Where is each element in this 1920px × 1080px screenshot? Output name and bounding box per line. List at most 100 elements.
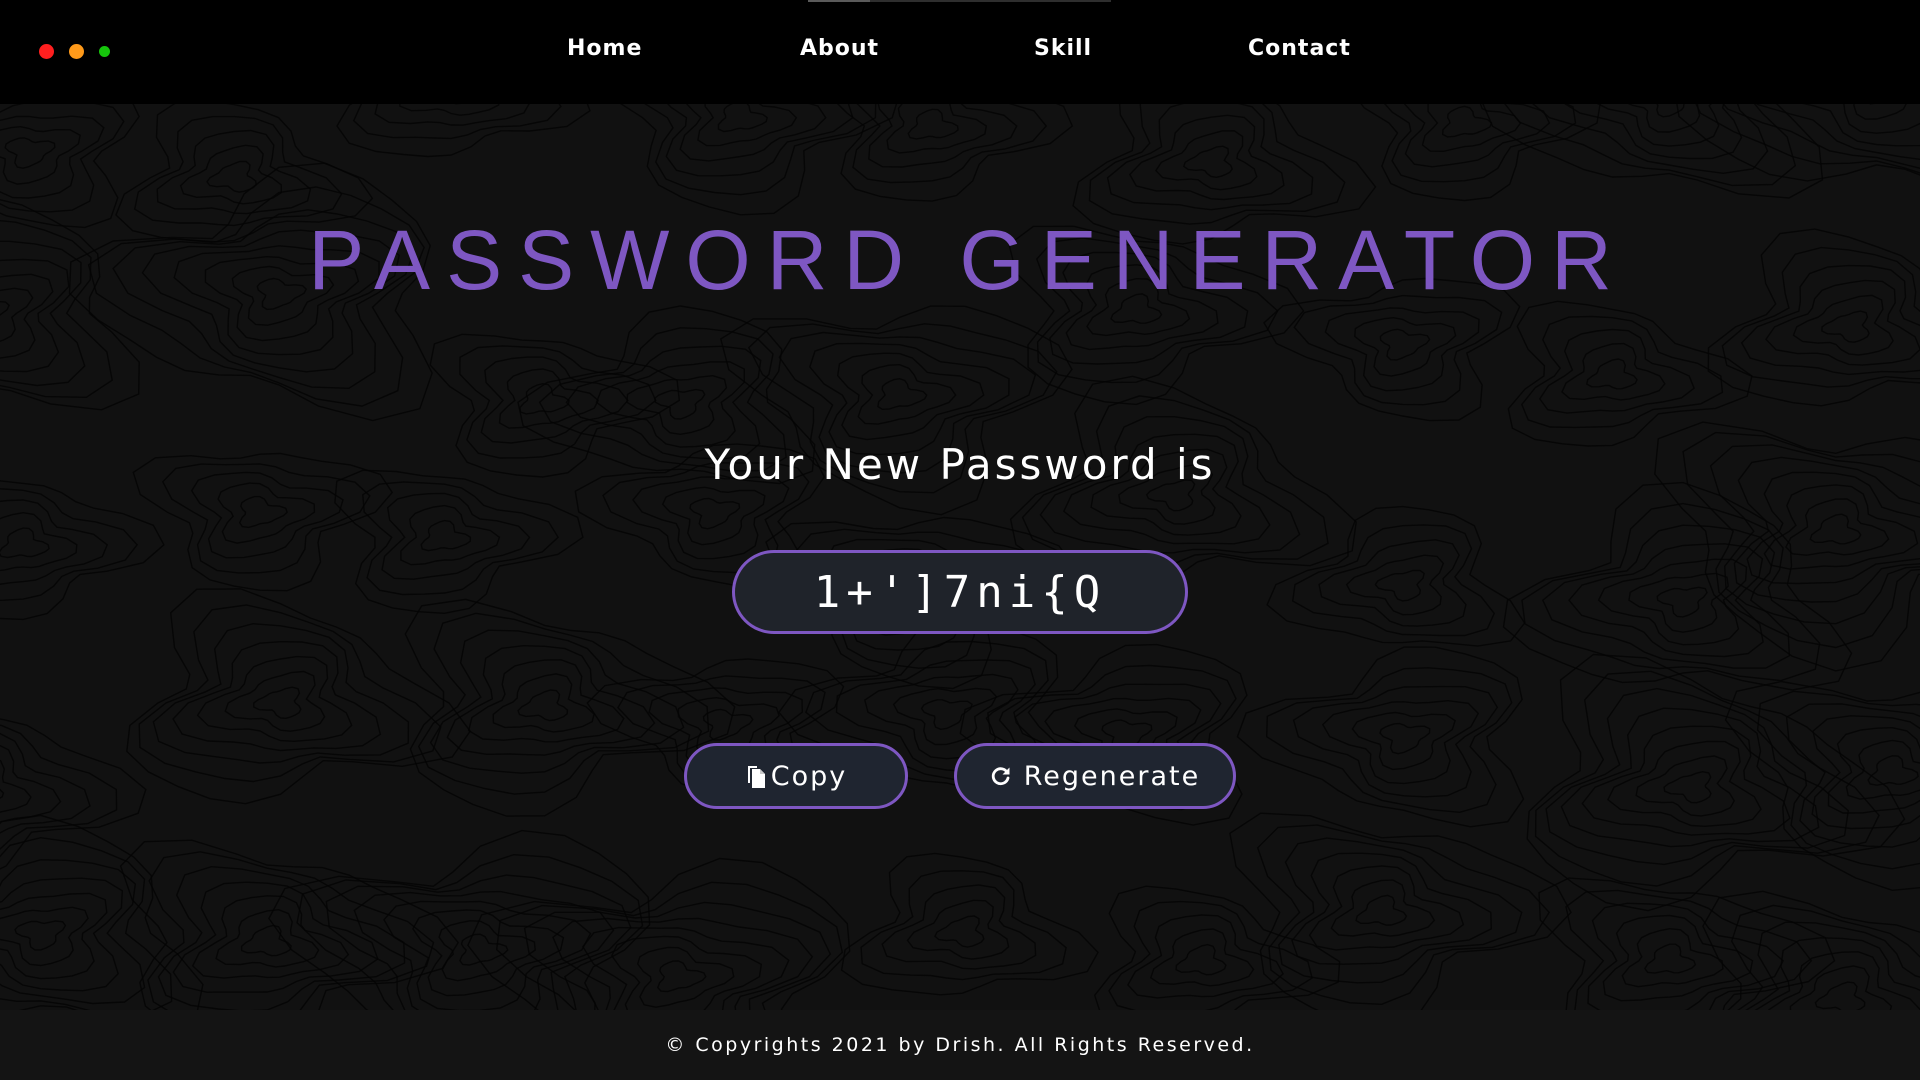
- contour-line: [1128, 114, 1285, 201]
- contour-line: [1379, 722, 1431, 755]
- nav-link-about[interactable]: About: [800, 36, 879, 61]
- contour-line: [0, 892, 108, 980]
- copy-button-label: Copy: [770, 760, 848, 792]
- contour-line: [1821, 310, 1870, 343]
- refresh-icon: [990, 765, 1012, 787]
- contour-line: [702, 708, 754, 741]
- contour-line: [1541, 524, 1791, 669]
- page-title: PASSWORD GENERATOR: [308, 213, 1628, 307]
- password-output-field[interactable]: [732, 550, 1188, 634]
- contour-line: [1088, 104, 1346, 225]
- contour-line: [1374, 569, 1425, 602]
- contour-line: [836, 104, 1074, 202]
- contour-line: [238, 495, 288, 529]
- contour-line: [1149, 928, 1255, 987]
- contour-line: [133, 115, 343, 227]
- contour-line: [224, 670, 326, 732]
- contour-line: [697, 104, 798, 147]
- contour-line: [420, 519, 472, 552]
- contour-line: [1724, 680, 1920, 892]
- contour-line: [0, 104, 125, 213]
- contour-line: [1354, 316, 1457, 377]
- contour-line: [0, 859, 146, 1005]
- contour-line: [892, 687, 998, 746]
- contour-line: [1730, 904, 1920, 1010]
- contour-line: [0, 511, 78, 572]
- contour-line: [1814, 981, 1866, 1010]
- contour-line: [836, 352, 985, 441]
- contour-line: [334, 469, 584, 615]
- contour-line: [644, 104, 877, 196]
- contour-line: [1293, 294, 1503, 406]
- contour-line: [1182, 145, 1233, 179]
- contour-line: [383, 900, 592, 1010]
- contour-line: [1324, 307, 1480, 392]
- contour-line: [1175, 943, 1227, 976]
- nav-link-skill[interactable]: Skill: [1034, 36, 1092, 61]
- copyright-text: © Copyrights 2021 by Drish. All Rights R…: [665, 1034, 1255, 1056]
- contour-line: [656, 960, 707, 993]
- contour-line: [0, 480, 165, 621]
- contour-line: [1355, 894, 1408, 926]
- contour-line: [1842, 104, 1920, 134]
- contour-line: [626, 374, 728, 436]
- contour-line: [0, 759, 32, 813]
- contour-line: [1586, 358, 1638, 390]
- contour-line: [1403, 104, 1551, 168]
- nav-link-contact[interactable]: Contact: [1248, 36, 1351, 61]
- contour-line: [906, 899, 1010, 960]
- contour-line: [620, 104, 898, 216]
- contour-line: [138, 604, 442, 783]
- contour-line: [1351, 711, 1456, 771]
- contour-line: [1155, 130, 1258, 191]
- contour-line: [1330, 879, 1436, 937]
- contour-line: [1441, 105, 1493, 138]
- contour-line: [0, 125, 81, 185]
- regenerate-button[interactable]: Regenerate: [954, 743, 1236, 809]
- contour-line: [636, 946, 735, 1008]
- contour-line: [0, 527, 50, 559]
- contour-line: [253, 686, 302, 720]
- contour-line: [1644, 943, 1697, 974]
- contour-line: [840, 852, 1099, 996]
- contour-line: [459, 933, 509, 966]
- contour-line: [907, 108, 959, 140]
- contour-line: [934, 915, 985, 948]
- contour-line: [492, 673, 595, 733]
- copy-icon: [745, 763, 767, 789]
- contour-line: [1763, 484, 1919, 570]
- contour-line: [381, 492, 531, 580]
- copy-button[interactable]: Copy: [684, 743, 908, 809]
- contour-line: [480, 356, 629, 444]
- contour-line: [0, 814, 204, 1010]
- contour-line: [1596, 104, 1720, 147]
- contour-line: [240, 924, 292, 957]
- contour-line: [1308, 865, 1465, 951]
- contour-line: [0, 732, 91, 834]
- contour-line: [206, 160, 257, 193]
- contour-line: [1521, 502, 1821, 682]
- contour-line: [886, 104, 988, 154]
- contour-line: [296, 853, 644, 1010]
- contour-line: [1663, 770, 1712, 804]
- contour-line: [1809, 513, 1862, 545]
- nav-link-home[interactable]: Home: [567, 36, 642, 61]
- contour-line: [1266, 505, 1526, 647]
- contour-line: [467, 659, 625, 743]
- contour-line: [1360, 104, 1601, 202]
- password-label: Your New Password is: [704, 440, 1216, 489]
- contour-line: [1789, 965, 1893, 1010]
- contour-line: [689, 497, 741, 530]
- contour-line: [1106, 104, 1314, 211]
- contour-line: [1802, 104, 1920, 147]
- contour-line: [1853, 104, 1907, 120]
- contour-line: [4, 137, 56, 169]
- contour-line: [172, 640, 382, 752]
- contour-line: [399, 104, 500, 116]
- contour-line: [877, 377, 928, 411]
- regenerate-button-label: Regenerate: [1023, 760, 1201, 792]
- contour-line: [1635, 755, 1736, 817]
- main-nav: Home About Skill Contact: [0, 0, 1920, 104]
- contour-line: [352, 104, 562, 140]
- contour-line: [156, 129, 312, 215]
